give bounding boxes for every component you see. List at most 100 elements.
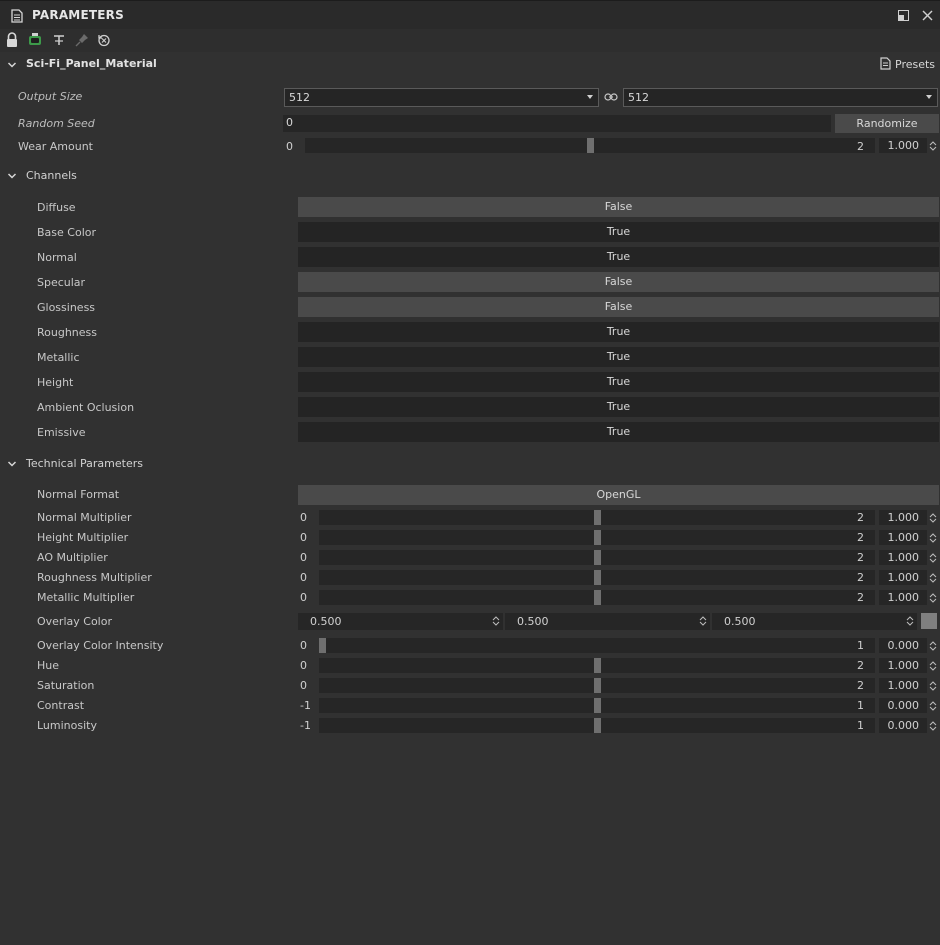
channel-toggle-button[interactable]: True	[298, 397, 939, 417]
spinner-arrows-icon[interactable]	[699, 615, 707, 627]
spinner-arrows-icon[interactable]	[929, 140, 937, 152]
slider-knob[interactable]	[594, 570, 601, 585]
slider-min: 0	[300, 531, 307, 544]
slider-max: 1	[857, 699, 864, 712]
channel-label: Emissive	[37, 426, 86, 439]
wear-amount-slider[interactable]	[305, 138, 875, 153]
output-size-width-dropdown[interactable]: 512	[284, 88, 599, 107]
overlay-color-swatch[interactable]	[921, 613, 937, 629]
slider-label: Saturation	[37, 679, 95, 692]
slider-track[interactable]	[319, 718, 875, 733]
spinner-arrows-icon[interactable]	[929, 680, 937, 692]
collapse-chevron-icon[interactable]	[7, 171, 17, 181]
channel-toggle-button[interactable]: True	[298, 322, 939, 342]
slider-track[interactable]	[319, 658, 875, 673]
slider-value-input[interactable]: 1.000	[879, 550, 927, 565]
panel-titlebar	[0, 0, 940, 29]
spinner-arrows-icon[interactable]	[929, 512, 937, 524]
overlay-color-g-input[interactable]: 0.500	[505, 613, 710, 630]
channel-toggle-button[interactable]: True	[298, 247, 939, 267]
channel-label: Normal	[37, 251, 77, 264]
spinner-arrows-icon[interactable]	[906, 615, 914, 627]
slider-track[interactable]	[319, 550, 875, 565]
slider-track[interactable]	[319, 570, 875, 585]
slider-value-input[interactable]: 1.000	[879, 530, 927, 545]
randomize-button[interactable]: Randomize	[835, 114, 939, 133]
spinner-arrows-icon[interactable]	[929, 532, 937, 544]
spinner-arrows-icon[interactable]	[929, 700, 937, 712]
slider-knob[interactable]	[594, 510, 601, 525]
slider-track[interactable]	[319, 590, 875, 605]
slider-value-input[interactable]: 1.000	[879, 510, 927, 525]
overlay-color-b-input[interactable]: 0.500	[712, 613, 917, 630]
channel-label: Height	[37, 376, 74, 389]
slider-knob[interactable]	[319, 638, 326, 653]
collapse-chevron-icon[interactable]	[7, 459, 17, 469]
overlay-color-r-input[interactable]: 0.500	[298, 613, 503, 630]
channel-toggle-button[interactable]: False	[298, 197, 939, 217]
slider-track[interactable]	[319, 638, 875, 653]
link-icon[interactable]	[604, 92, 618, 102]
slider-value-input[interactable]: 0.000	[879, 718, 927, 733]
slider-max: 2	[857, 659, 864, 672]
slider-knob[interactable]	[594, 718, 601, 733]
overlay-color-g-value: 0.500	[517, 615, 549, 628]
lock-icon[interactable]	[4, 32, 20, 48]
presets-icon[interactable]	[880, 57, 891, 70]
slider-min: 0	[300, 571, 307, 584]
slider-track[interactable]	[319, 530, 875, 545]
pin-icon[interactable]	[74, 32, 90, 48]
slider-knob[interactable]	[594, 678, 601, 693]
channel-toggle-button[interactable]: True	[298, 347, 939, 367]
slider-value-input[interactable]: 1.000	[879, 570, 927, 585]
spinner-arrows-icon[interactable]	[929, 572, 937, 584]
slider-max: 2	[857, 571, 864, 584]
slider-value-input[interactable]: 1.000	[879, 590, 927, 605]
close-icon[interactable]	[922, 10, 933, 21]
slider-value-input[interactable]: 0.000	[879, 638, 927, 653]
presets-button[interactable]: Presets	[895, 58, 935, 71]
random-seed-input[interactable]: 0	[283, 115, 831, 132]
channel-toggle-button[interactable]: False	[298, 272, 939, 292]
slider-label: Metallic Multiplier	[37, 591, 135, 604]
normal-format-button[interactable]: OpenGL	[298, 485, 939, 505]
slider-knob[interactable]	[587, 138, 594, 153]
slider-max: 2	[857, 591, 864, 604]
toolbar	[0, 29, 940, 52]
slider-knob[interactable]	[594, 698, 601, 713]
slider-value-input[interactable]: 1.000	[879, 658, 927, 673]
spinner-arrows-icon[interactable]	[929, 552, 937, 564]
slider-knob[interactable]	[594, 590, 601, 605]
channel-toggle-button[interactable]: True	[298, 372, 939, 392]
undock-icon[interactable]	[898, 10, 909, 21]
slider-knob[interactable]	[594, 530, 601, 545]
channel-toggle-button[interactable]: False	[298, 297, 939, 317]
spinner-arrows-icon[interactable]	[929, 640, 937, 652]
output-size-width-value: 512	[289, 91, 310, 104]
slider-track[interactable]	[319, 510, 875, 525]
channel-toggle-button[interactable]: True	[298, 222, 939, 242]
slider-max: 1	[857, 719, 864, 732]
reset-icon[interactable]	[96, 32, 112, 48]
slider-max: 2	[857, 679, 864, 692]
spinner-arrows-icon[interactable]	[929, 592, 937, 604]
channel-label: Ambient Oclusion	[37, 401, 135, 414]
wear-amount-value[interactable]: 1.000	[879, 138, 927, 153]
slider-value-input[interactable]: 0.000	[879, 698, 927, 713]
spinner-arrows-icon[interactable]	[492, 615, 500, 627]
slider-knob[interactable]	[594, 658, 601, 673]
slider-track[interactable]	[319, 698, 875, 713]
tweak-icon[interactable]	[51, 32, 67, 48]
spinner-arrows-icon[interactable]	[929, 720, 937, 732]
overlay-color-r-value: 0.500	[310, 615, 342, 628]
inherit-icon[interactable]	[27, 32, 43, 48]
slider-knob[interactable]	[594, 550, 601, 565]
spinner-arrows-icon[interactable]	[929, 660, 937, 672]
random-seed-label: Random Seed	[18, 117, 95, 130]
channel-toggle-button[interactable]: True	[298, 422, 939, 442]
slider-value-input[interactable]: 1.000	[879, 678, 927, 693]
slider-track[interactable]	[319, 678, 875, 693]
output-size-height-dropdown[interactable]: 512	[623, 88, 938, 107]
channel-label: Base Color	[37, 226, 97, 239]
collapse-chevron-icon[interactable]	[7, 60, 17, 70]
